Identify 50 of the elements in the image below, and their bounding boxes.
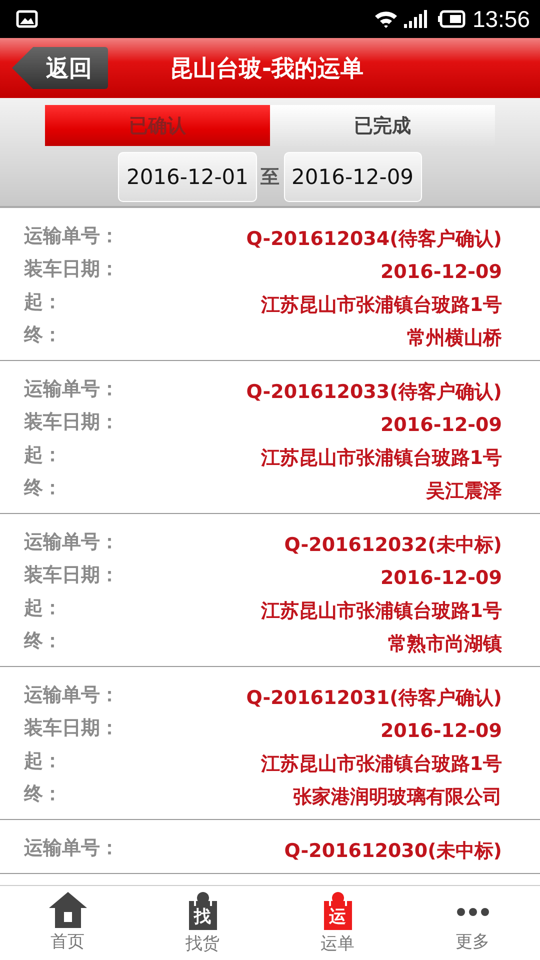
field-value: 吴江震泽 [426, 478, 502, 504]
field-value: 张家港润明玻璃有限公司 [293, 784, 502, 810]
field-value: 江苏昆山市张浦镇台玻路1号 [260, 598, 502, 624]
field-value: 江苏昆山市张浦镇台玻路1号 [260, 752, 502, 776]
field-value: 2016-12-09 [380, 260, 502, 282]
field-label: 运输单号： [24, 682, 119, 708]
page-title: 昆山台玻-我的运单 [170, 54, 364, 84]
home-icon [48, 892, 86, 928]
field-label: 终： [24, 476, 63, 500]
range-separator: 至 [260, 165, 280, 190]
field-label: 装车日期： [24, 410, 119, 434]
field-value: 江苏昆山市张浦镇台玻路1号 [260, 446, 502, 470]
nav-tab[interactable]: 运 运单 [270, 886, 405, 960]
field-label: 装车日期： [24, 562, 119, 588]
field-value: Q-201612030(未中标) [284, 838, 502, 864]
field-value: 2016-12-09 [380, 412, 502, 436]
field-label: 装车日期： [24, 716, 119, 740]
signal-icon [404, 10, 428, 28]
field-value: 常州横山桥 [407, 326, 502, 350]
nav-tab[interactable]: 找 找货 [135, 886, 270, 960]
field-label: 运输单号： [24, 376, 119, 402]
field-label: 终： [24, 782, 63, 806]
battery-icon [438, 10, 466, 28]
nav-tab[interactable]: 更多 [405, 886, 540, 960]
back-button[interactable]: 返回 [12, 47, 108, 89]
field-value: 2016-12-09 [380, 566, 502, 588]
end-date-field[interactable]: 2016-12-09 [284, 152, 422, 202]
field-value: 江苏昆山市张浦镇台玻路1号 [260, 292, 502, 318]
field-label: 运输单号： [24, 530, 119, 554]
clock: 13:56 [472, 6, 530, 32]
wifi-icon [374, 10, 398, 28]
image-icon [16, 10, 38, 28]
field-label: 终： [24, 628, 63, 654]
field-label: 起： [24, 290, 63, 314]
field-value: Q-201612032(未中标) [284, 532, 502, 558]
field-label: 装车日期： [24, 256, 119, 282]
field-label: 起： [24, 596, 63, 620]
field-value: 2016-12-09 [380, 718, 502, 742]
field-value: Q-201612031(待客户确认) [246, 686, 502, 710]
start-date-field[interactable]: 2016-12-01 [118, 152, 256, 202]
field-value: 常熟市尚湖镇 [388, 632, 502, 656]
field-label: 运输单号： [24, 836, 119, 860]
field-label: 起： [24, 442, 63, 468]
field-value: Q-201612033(待客户确认) [246, 380, 502, 404]
field-label: 起： [24, 748, 63, 774]
field-label: 运输单号： [24, 224, 119, 248]
more-icon [456, 908, 488, 916]
nav-tab[interactable]: 首页 [0, 886, 135, 960]
field-value: Q-201612034(待客户确认) [246, 226, 502, 252]
field-label: 终： [24, 322, 63, 348]
